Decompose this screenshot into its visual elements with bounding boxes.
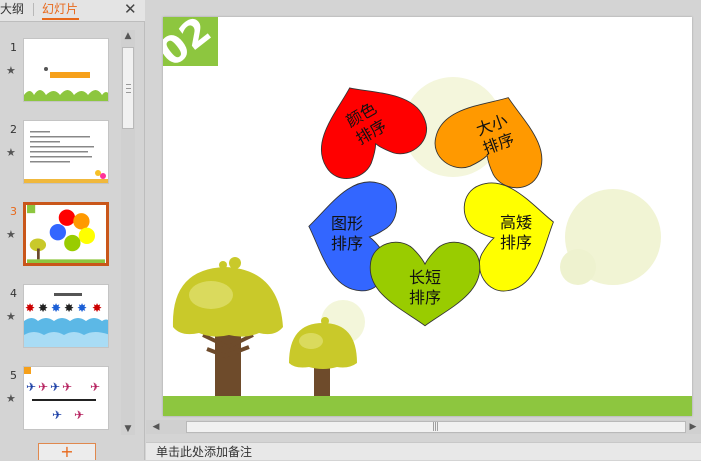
svg-text:✸: ✸ [51,301,61,315]
tab-slides[interactable]: 幻灯片 [42,1,78,18]
notes-placeholder[interactable]: 单击此处添加备注 [156,445,252,459]
slide-thumbnail-3[interactable] [23,202,109,266]
scroll-down-icon[interactable]: ▼ [121,423,135,435]
ground-strip [163,396,692,416]
panel-tab-bar: 大纲 幻灯片 ✕ [0,0,145,22]
slide-thumbnail-3-preview [27,205,105,263]
horizontal-scrollbar[interactable]: ◀ ||| ▶ [146,420,701,434]
slide-thumbnail-5[interactable]: ✈ ✈ ✈ ✈ ✈ ✈ ✈ [23,366,109,430]
svg-text:✈: ✈ [90,380,100,394]
slide-thumbnail-5-preview: ✈ ✈ ✈ ✈ ✈ ✈ ✈ [24,367,108,429]
slides-vertical-scrollbar[interactable]: ▲ ▼ [121,30,135,435]
svg-text:✈: ✈ [26,380,36,394]
svg-text:✸: ✸ [38,301,48,315]
slide-animation-star-icon: ★ [6,228,16,241]
slide-number: 3 [10,205,17,218]
notes-pane[interactable]: 单击此处添加备注 [146,442,701,460]
slide-thumbnail-2[interactable] [23,120,109,184]
scroll-up-icon[interactable]: ▲ [121,30,135,42]
slide-number: 4 [10,287,17,300]
slide-number: 1 [10,41,17,54]
slides-panel: 大纲 幻灯片 ✕ 1 ★ 2 ★ 3 ★ 4 ★ ✸ ✸ ✸ ✸ ✸ ✸ 5 ★… [0,0,145,460]
scroll-right-icon[interactable]: ▶ [687,420,699,434]
petal-label-line2: 排序 [331,234,363,253]
svg-text:✈: ✈ [52,408,62,422]
slide-thumbnail-4[interactable]: ✸ ✸ ✸ ✸ ✸ ✸ [23,284,109,348]
tab-divider [33,3,34,16]
petal-1: 颜色排序 [320,87,427,179]
svg-text:✈: ✈ [74,408,84,422]
close-panel-icon[interactable]: ✕ [124,0,137,18]
petal-label-line1: 图形 [331,214,363,233]
tab-outline[interactable]: 大纲 [0,1,24,18]
slide-animation-star-icon: ★ [6,392,16,405]
slide-thumbnail-1-preview [24,39,108,101]
background-circle [560,249,596,285]
petal-label-line1: 高矮 [500,213,532,232]
slide-animation-star-icon: ★ [6,310,16,323]
slide-number: 5 [10,369,17,382]
svg-text:✈: ✈ [38,380,48,394]
svg-text:✸: ✸ [25,301,35,315]
svg-text:✸: ✸ [77,301,87,315]
scrollbar-grip-icon [126,84,131,93]
slide-thumbnail-4-preview: ✸ ✸ ✸ ✸ ✸ ✸ [24,285,108,347]
petal-label-line2: 排序 [500,233,532,252]
slide-canvas[interactable]: 02 颜色 排序 大小 排序 图形 排序 高矮 排序 长短 排序 [163,17,692,416]
petal-5: 长短排序 [369,241,481,327]
slide-thumbnail-2-preview [24,121,108,183]
slide-number: 2 [10,123,17,136]
slide-animation-star-icon: ★ [6,146,16,159]
slide-edit-area: 02 颜色 排序 大小 排序 图形 排序 高矮 排序 长短 排序 ◀ ||| ▶ [146,0,701,442]
scrollbar-thumb[interactable] [122,47,134,129]
petal-label-line2: 排序 [409,288,441,307]
slide-thumbnail-1[interactable] [23,38,109,102]
svg-text:✈: ✈ [50,380,60,394]
svg-text:✸: ✸ [64,301,74,315]
add-slide-button[interactable]: + [38,443,96,460]
slide-animation-star-icon: ★ [6,64,16,77]
horizontal-scrollbar-thumb[interactable]: ||| [186,421,686,433]
svg-text:✸: ✸ [92,301,102,315]
slide-artwork: 02 颜色排序 大小排序图形排序高矮排序长短排序 [163,17,692,416]
slide-thumbnail-list: 1 ★ 2 ★ 3 ★ 4 ★ ✸ ✸ ✸ ✸ ✸ ✸ 5 ★ ✈ ✈ ✈ ✈ … [0,22,118,437]
scroll-left-icon[interactable]: ◀ [150,420,162,434]
active-tab-indicator [42,18,79,20]
tree-illustration-large [172,257,283,416]
scrollbar-grip-icon: ||| [432,422,439,432]
svg-text:✈: ✈ [62,380,72,394]
petal-label-line1: 长短 [409,268,441,287]
